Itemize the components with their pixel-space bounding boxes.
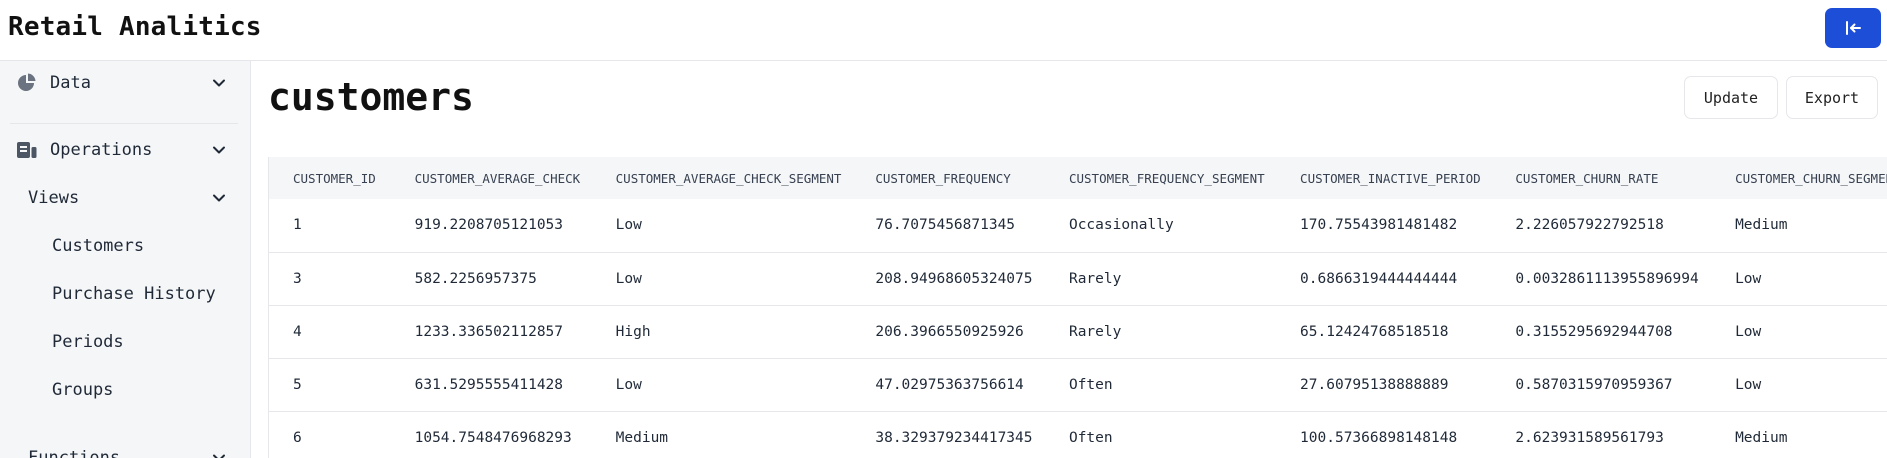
table-cell: 919.2208705121053 — [414, 217, 564, 234]
table-cell: 0.5870315970959367 — [1491, 357, 1712, 411]
top-bar: Retail Analitics — [0, 0, 1887, 61]
sidebar-item-periods[interactable]: Periods — [52, 328, 124, 356]
app-title: Retail Analitics — [8, 12, 262, 42]
table-cell: Occasionally — [1068, 217, 1174, 234]
sidebar-item-views[interactable]: Views — [28, 184, 236, 212]
pie-chart-icon — [18, 73, 36, 91]
sidebar-item-purchase-history[interactable]: Purchase History — [52, 280, 216, 308]
table-cell: Rarely — [1044, 251, 1277, 305]
table-cell: Low — [1711, 251, 1887, 305]
table-cell: Low — [1711, 357, 1887, 411]
table-cell: 5 — [269, 357, 391, 411]
table-cell: 47.02975363756614 — [851, 357, 1045, 411]
sidebar-item-label: Functions — [28, 448, 121, 458]
table-cell: High — [591, 304, 852, 358]
table-cell: 100.57366898148148 — [1276, 410, 1492, 458]
table-cell: 0.3155295692944708 — [1491, 304, 1712, 358]
table-cell: 1 — [293, 217, 302, 234]
column-header[interactable]: CUSTOMER_AVERAGE_CHECK — [390, 157, 592, 199]
sidebar-item-label: Customers — [52, 236, 145, 256]
table-cell: 206.3966550925926 — [851, 304, 1045, 358]
sidebar-divider — [10, 123, 238, 124]
table-cell: 170.75543981481482 — [1300, 217, 1458, 234]
chevron-down-icon — [213, 454, 225, 458]
chevron-down-icon — [213, 194, 225, 202]
table-row[interactable]: 1 919.2208705121053 Low 76.7075456871345… — [269, 199, 1887, 252]
sidebar-item-label: Purchase History — [52, 284, 216, 304]
table-cell: 38.329379234417345 — [851, 410, 1045, 458]
table-cell: Low — [591, 251, 852, 305]
column-header[interactable]: CUSTOMER_ID — [269, 157, 391, 199]
sidebar-item-label: Operations — [50, 140, 153, 160]
update-button[interactable]: Update — [1684, 76, 1778, 119]
table-cell: 0.0032861113955896994 — [1491, 251, 1712, 305]
table-cell: 1054.7548476968293 — [390, 410, 592, 458]
column-header[interactable]: CUSTOMER_CHURN_SEGMENT — [1711, 157, 1887, 199]
table-cell: Low — [591, 357, 852, 411]
table-cell: 6 — [269, 410, 391, 458]
table-cell: Often — [1044, 357, 1277, 411]
sidebar-item-customers[interactable]: Customers — [52, 232, 144, 260]
table-cell: Low — [615, 217, 642, 234]
collapse-left-icon — [1846, 21, 1861, 35]
table-cell: 65.12424768518518 — [1276, 304, 1492, 358]
table-cell: 1233.336502112857 — [390, 304, 592, 358]
column-header[interactable]: CUSTOMER_FREQUENCY_SEGMENT — [1044, 157, 1277, 199]
table-cell: 582.2256957375 — [390, 251, 592, 305]
table-row[interactable]: 4 1233.336502112857 High 206.39665509259… — [269, 304, 1887, 358]
column-header[interactable]: CUSTOMER_FREQUENCY — [851, 157, 1045, 199]
table-cell: 3 — [269, 251, 391, 305]
main-content: customers Update Export CUSTOMER_ID CUST… — [252, 61, 1887, 458]
table-cell: 27.60795138888889 — [1276, 357, 1492, 411]
customers-table: CUSTOMER_ID CUSTOMER_AVERAGE_CHECK CUSTO… — [269, 157, 1887, 458]
table-row[interactable]: 5 631.5295555411428 Low 47.0297536375661… — [269, 357, 1887, 411]
table-cell: Rarely — [1044, 304, 1277, 358]
collapse-sidebar-button[interactable] — [1825, 8, 1881, 48]
sidebar-item-groups[interactable]: Groups — [52, 376, 113, 404]
sidebar: Data Operations Views Customers Purchase… — [0, 61, 251, 458]
table-row[interactable]: 3 582.2256957375 Low 208.94968605324075 … — [269, 251, 1887, 305]
column-header[interactable]: CUSTOMER_INACTIVE_PERIOD — [1276, 157, 1492, 199]
table-cell: 208.94968605324075 — [851, 251, 1045, 305]
table-cell: Low — [1711, 304, 1887, 358]
table-cell: 4 — [269, 304, 391, 358]
sidebar-item-data[interactable]: Data — [16, 69, 236, 97]
table-cell: 76.7075456871345 — [875, 217, 1016, 234]
table-cell: Often — [1044, 410, 1277, 458]
page-title: customers — [268, 75, 474, 119]
chevron-down-icon — [213, 146, 225, 154]
sidebar-item-label: Data — [50, 73, 91, 93]
table-cell: 2.623931589561793 — [1491, 410, 1712, 458]
data-table-container[interactable]: CUSTOMER_ID CUSTOMER_AVERAGE_CHECK CUSTO… — [268, 157, 1887, 458]
table-row[interactable]: 6 1054.7548476968293 Medium 38.329379234… — [269, 410, 1887, 458]
export-button[interactable]: Export — [1786, 76, 1878, 119]
table-cell: Medium — [1711, 410, 1887, 458]
column-header[interactable]: CUSTOMER_CHURN_RATE — [1491, 157, 1712, 199]
sidebar-item-label: Periods — [52, 332, 124, 352]
table-cell: Medium — [1735, 217, 1788, 234]
sidebar-item-label: Views — [28, 188, 80, 208]
table-cell: Medium — [591, 410, 852, 458]
operations-icon — [17, 142, 37, 158]
chevron-down-icon — [213, 79, 225, 87]
table-cell: 2.226057922792518 — [1515, 217, 1664, 234]
sidebar-item-functions[interactable]: Functions — [28, 444, 236, 458]
table-cell: 0.6866319444444444 — [1276, 251, 1492, 305]
column-header[interactable]: CUSTOMER_AVERAGE_CHECK_SEGMENT — [591, 157, 852, 199]
sidebar-item-label: Groups — [52, 380, 114, 400]
table-header-row: CUSTOMER_ID CUSTOMER_AVERAGE_CHECK CUSTO… — [269, 157, 1887, 199]
table-cell: 631.5295555411428 — [390, 357, 592, 411]
sidebar-item-operations[interactable]: Operations — [16, 136, 236, 164]
